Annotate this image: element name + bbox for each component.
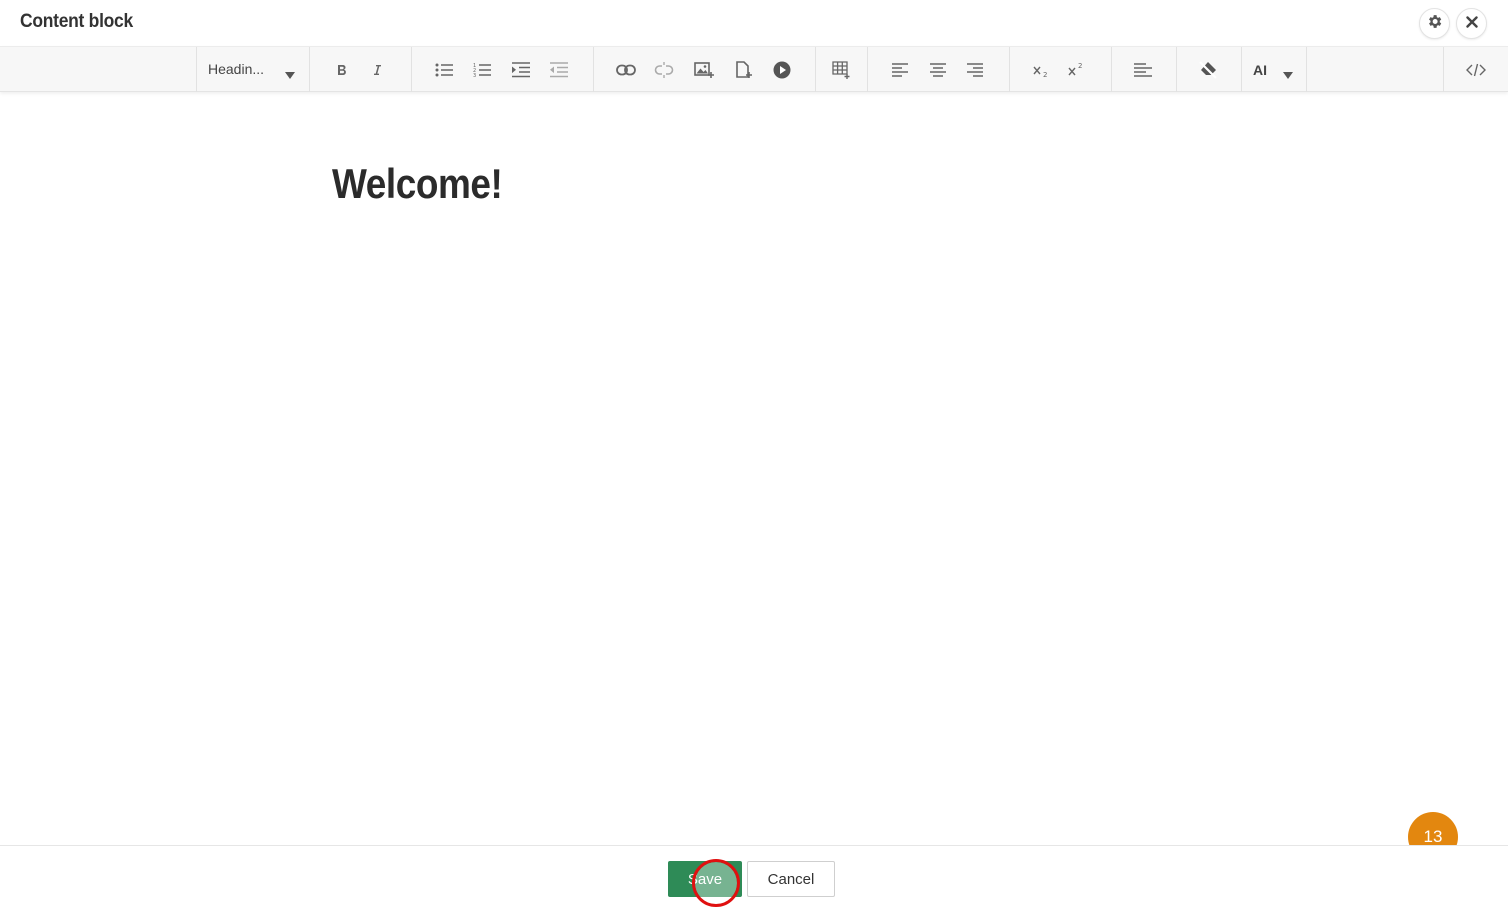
ai-menu-label: AI: [1253, 62, 1267, 78]
insert-image-button[interactable]: [691, 57, 717, 83]
save-button[interactable]: Save: [668, 861, 742, 897]
html-source-icon: [1466, 63, 1486, 77]
insert-table-icon: [832, 61, 850, 79]
unlink-icon: [654, 62, 674, 78]
svg-text:2: 2: [1078, 62, 1082, 70]
insert-image-icon: [694, 62, 714, 78]
bulleted-list-button[interactable]: [431, 57, 457, 83]
chevron-down-icon: [1283, 66, 1293, 84]
align-left-icon: [892, 63, 908, 77]
align-center-button[interactable]: [925, 57, 951, 83]
italic-icon: [374, 65, 381, 75]
link-button[interactable]: [613, 57, 639, 83]
insert-file-icon: [736, 61, 752, 78]
insert-table-button[interactable]: [828, 57, 854, 83]
modal-title: Content block: [20, 11, 133, 32]
editor-heading[interactable]: Welcome!: [332, 160, 503, 208]
indent-icon: [512, 62, 530, 78]
insert-media-button[interactable]: [769, 57, 795, 83]
superscript-button[interactable]: 2: [1064, 57, 1090, 83]
insert-file-button[interactable]: [731, 57, 757, 83]
paragraph-styles-button[interactable]: [1130, 57, 1156, 83]
editor-toolbar: Headin... 123 2 2 AI: [0, 46, 1508, 92]
insert-media-icon: [773, 61, 791, 79]
gear-icon: [1426, 13, 1443, 35]
format-dropdown[interactable]: Headin...: [197, 47, 309, 92]
outdent-button[interactable]: [546, 57, 572, 83]
cancel-button[interactable]: Cancel: [747, 861, 835, 897]
bold-button[interactable]: [329, 57, 355, 83]
paragraph-styles-icon: [1134, 63, 1152, 77]
modal-header: Content block: [0, 0, 1508, 46]
bulleted-list-icon: [435, 63, 453, 77]
subscript-icon: 2: [1033, 66, 1047, 78]
ai-menu[interactable]: AI: [1243, 47, 1306, 92]
link-icon: [616, 64, 636, 76]
align-right-icon: [967, 63, 983, 77]
html-source-button[interactable]: [1463, 57, 1489, 83]
align-right-button[interactable]: [962, 57, 988, 83]
close-icon: [1465, 15, 1478, 33]
numbered-list-icon: 123: [473, 63, 491, 78]
italic-button[interactable]: [364, 57, 390, 83]
indent-button[interactable]: [508, 57, 534, 83]
clear-formatting-icon: [1199, 61, 1217, 79]
clear-formatting-button[interactable]: [1195, 57, 1221, 83]
bold-icon: [338, 65, 346, 75]
numbered-list-button[interactable]: 123: [469, 57, 495, 83]
close-button[interactable]: [1456, 8, 1487, 39]
align-center-icon: [930, 63, 946, 77]
outdent-icon: [550, 62, 568, 78]
subscript-button[interactable]: 2: [1029, 57, 1055, 83]
format-dropdown-value: Headin...: [208, 61, 265, 77]
unlink-button[interactable]: [651, 57, 677, 83]
align-left-button[interactable]: [887, 57, 913, 83]
superscript-icon: 2: [1068, 62, 1082, 76]
svg-text:2: 2: [1043, 71, 1047, 78]
svg-text:3: 3: [473, 73, 476, 78]
settings-button[interactable]: [1419, 8, 1450, 39]
chevron-down-icon: [285, 66, 295, 84]
